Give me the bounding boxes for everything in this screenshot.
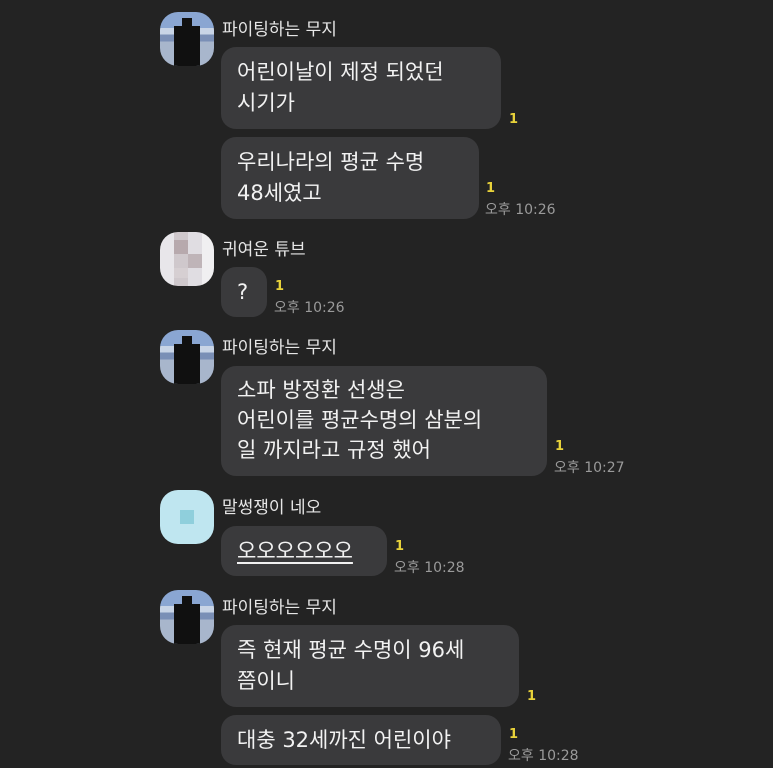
message-bubble[interactable]: 오오오오오오 [221,526,387,576]
message-text: ? [237,280,249,304]
avatar-pixel [188,254,202,268]
message-time: 오후 10:27 [554,460,625,476]
avatar-figure [174,18,200,66]
avatar-muji[interactable] [160,330,214,384]
avatar-pixel [174,268,188,278]
sender-name: 파이팅하는 무지 [222,20,337,40]
message-text: 어린이를 평균수명의 삼분의 [237,408,483,432]
unread-count: 1 [527,689,537,704]
unread-count: 1 [275,279,285,294]
message-bubble[interactable]: 소파 방정환 선생은 어린이를 평균수명의 삼분의 일 까지라고 규정 했어 [221,366,547,476]
message-bubble[interactable]: 대충 32세까진 어린이야 [221,715,501,765]
message-time: 오후 10:26 [485,202,556,218]
message-text: 소파 방정환 선생은 [237,378,405,402]
message-text: 어린이날이 제정 되었던 [237,60,444,84]
sender-name: 말썽쟁이 네오 [222,498,322,518]
message-text: 오오오오오오 [237,539,353,563]
unread-count: 1 [509,727,519,742]
avatar-muji[interactable] [160,590,214,644]
unread-count: 1 [509,112,519,127]
avatar-muji[interactable] [160,12,214,66]
message-bubble[interactable]: ? [221,267,267,317]
message-text: 즉 현재 평균 수명이 96세 [237,638,465,662]
avatar-neo[interactable] [160,490,214,544]
message-bubble[interactable]: 즉 현재 평균 수명이 96세 쯤이니 [221,625,519,707]
avatar-figure [174,336,200,384]
sender-name: 파이팅하는 무지 [222,598,337,618]
message-bubble[interactable]: 어린이날이 제정 되었던 시기가 [221,47,501,129]
avatar-figure [174,596,200,644]
sender-name: 파이팅하는 무지 [222,338,337,358]
avatar-pixel [174,240,188,254]
message-time: 오후 10:28 [394,560,465,576]
message-text: 시기가 [237,91,295,115]
avatar-tube[interactable] [160,232,214,286]
unread-count: 1 [486,181,496,196]
message-text: 쯤이니 [237,669,295,693]
message-bubble[interactable]: 우리나라의 평균 수명 48세였고 [221,137,479,219]
avatar-pixel [180,510,194,524]
sender-name: 귀여운 튜브 [222,240,306,260]
message-text: 우리나라의 평균 수명 [237,150,425,174]
message-text: 대충 32세까진 어린이야 [237,728,451,752]
message-text: 일 까지라고 규정 했어 [237,438,431,462]
unread-count: 1 [395,539,405,554]
message-text: 48세였고 [237,181,322,205]
unread-count: 1 [555,439,565,454]
message-time: 오후 10:28 [508,748,579,764]
message-time: 오후 10:26 [274,300,345,316]
